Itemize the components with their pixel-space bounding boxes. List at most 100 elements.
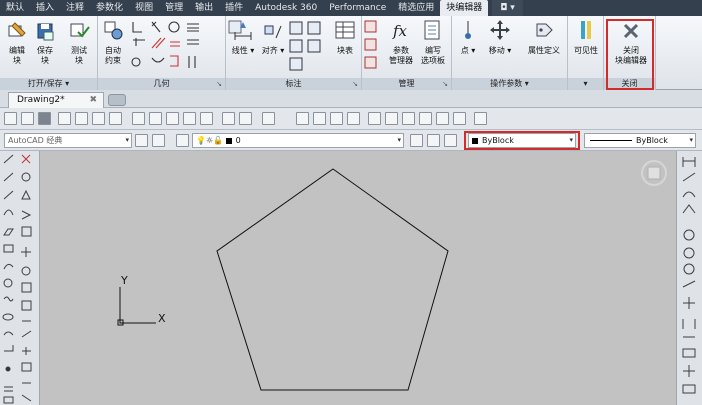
layer-select[interactable]: 💡☼🔓 0 ▾ <box>192 133 404 148</box>
make-current-layer-icon[interactable] <box>410 134 423 147</box>
tab-plugins[interactable]: 插件 <box>219 0 249 16</box>
authoring-palette-button[interactable]: 编写 选项板 <box>418 18 448 74</box>
group-dimension: 线性 ▾ 对齐 ▾ 块表 标注 ↘ <box>226 16 362 90</box>
copy-icon[interactable] <box>149 112 162 125</box>
document-tab[interactable]: Drawing2* ✖ <box>8 92 104 108</box>
3d-print-icon[interactable] <box>109 112 122 125</box>
paste-icon[interactable] <box>166 112 179 125</box>
manage-small-icons[interactable] <box>364 20 378 70</box>
linetype-value: ByBlock <box>636 136 668 145</box>
workspace-settings-icon[interactable] <box>135 134 148 147</box>
standard-toolbar <box>0 108 702 130</box>
properties-toolbar: AutoCAD 经典 ▾ 💡☼🔓 0 ▾ ByBlock ▾ ByBlock ▾ <box>0 130 702 151</box>
design-center-icon[interactable] <box>385 112 398 125</box>
tab-view[interactable]: 视图 <box>129 0 159 16</box>
draw-modify-tool-icons[interactable] <box>0 151 40 405</box>
close-editor-highlight <box>606 19 654 90</box>
match-properties-icon[interactable] <box>183 112 196 125</box>
properties-icon[interactable] <box>368 112 381 125</box>
redo-icon[interactable] <box>262 112 275 125</box>
dimension-tools-icons[interactable] <box>288 20 324 72</box>
svg-text:fx: fx <box>392 22 408 40</box>
ribbon-minimize-toggle[interactable]: ◘ ▾ <box>492 0 523 16</box>
tab-output[interactable]: 输出 <box>189 0 219 16</box>
ribbon-panel: 编辑 块 保存 块 测试 块 打开/保存 ▾ 自动 约束 几何 ↘ 线性 ▾ 对… <box>0 16 702 90</box>
save-block-button[interactable]: 保存 块 <box>30 18 60 74</box>
linear-dimension-button[interactable]: 线性 ▾ <box>230 18 256 74</box>
linear-icon <box>234 22 252 40</box>
edit-block-button[interactable]: 编辑 块 <box>2 18 32 74</box>
close-document-icon[interactable]: ✖ <box>89 93 97 107</box>
tab-default[interactable]: 默认 <box>0 0 30 16</box>
viewcube-icon[interactable] <box>641 160 667 186</box>
plot-icon[interactable] <box>58 112 71 125</box>
test-block-button[interactable]: 测试 块 <box>64 18 94 74</box>
layer-value: 0 <box>235 136 241 145</box>
layer-match-icon[interactable] <box>444 134 457 147</box>
tool-palettes-icon[interactable] <box>402 112 415 125</box>
save-icon[interactable] <box>38 112 51 125</box>
tab-insert[interactable]: 插入 <box>30 0 60 16</box>
layer-color-swatch <box>225 137 232 144</box>
block-editor-icon[interactable] <box>200 112 213 125</box>
aligned-dimension-button[interactable]: 对齐 ▾ <box>260 18 286 74</box>
layer-state-icons: 💡☼🔓 <box>196 136 224 145</box>
visibility-button[interactable]: 可见性 <box>571 18 601 74</box>
point-parameter-button[interactable]: 点 ▾ <box>456 18 480 74</box>
zoom-previous-icon[interactable] <box>347 112 360 125</box>
qnew-icon[interactable] <box>4 112 17 125</box>
parameter-manager-button[interactable]: fx 参数 管理器 <box>386 18 416 74</box>
pentagon-shape[interactable] <box>216 168 449 391</box>
undo-icon[interactable] <box>222 112 235 125</box>
pan-icon[interactable] <box>296 112 309 125</box>
tab-featured-apps[interactable]: 精选应用 <box>392 0 440 16</box>
group-action-params-title: 操作参数 ▾ <box>452 78 567 90</box>
help-icon[interactable] <box>474 112 487 125</box>
undo-dropdown-icon[interactable] <box>239 112 252 125</box>
ribbon-tab-bar: 默认 插入 注释 参数化 视图 管理 输出 插件 Autodesk 360 Pe… <box>0 0 702 16</box>
linetype-select[interactable]: ByBlock ▾ <box>584 133 696 148</box>
draw-toolbar <box>0 151 40 405</box>
dimension-tool-icons[interactable] <box>677 151 702 405</box>
open-icon[interactable] <box>21 112 34 125</box>
group-dimension-title: 标注 ↘ <box>226 78 361 90</box>
zoom-realtime-icon[interactable] <box>313 112 326 125</box>
tab-parametric[interactable]: 参数化 <box>90 0 129 16</box>
move-icon <box>490 20 510 40</box>
test-block-icon <box>70 23 90 38</box>
tab-autodesk360[interactable]: Autodesk 360 <box>249 0 323 16</box>
tab-block-editor[interactable]: 块编辑器 <box>440 0 489 16</box>
layer-previous-icon[interactable] <box>427 134 440 147</box>
auto-constrain-button[interactable]: 自动 约束 <box>98 18 128 74</box>
preview-icon[interactable] <box>75 112 88 125</box>
tab-performance[interactable]: Performance <box>323 0 392 16</box>
drawing-canvas[interactable]: Y X <box>40 151 676 405</box>
layer-properties-icon[interactable] <box>176 134 189 147</box>
document-tab-bar: Drawing2* ✖ <box>0 90 702 108</box>
zoom-window-icon[interactable] <box>330 112 343 125</box>
dimension-toolbar <box>676 151 702 405</box>
cut-icon[interactable] <box>132 112 145 125</box>
workspace-value: AutoCAD 经典 <box>8 136 63 145</box>
point-param-icon <box>465 21 471 39</box>
publish-icon[interactable] <box>92 112 105 125</box>
attribute-definition-button[interactable]: 属性定义 <box>524 18 564 74</box>
block-table-button[interactable]: 块表 <box>330 18 360 74</box>
group-geometry: 自动 约束 几何 ↘ <box>98 16 226 90</box>
visibility-icon <box>581 21 591 39</box>
ucs-y-label: Y <box>120 274 128 287</box>
markup-icon[interactable] <box>436 112 449 125</box>
group-visibility-title: ▾ <box>568 78 603 90</box>
ucs-x-label: X <box>158 312 166 325</box>
group-open-save-title: 打开/保存 ▾ <box>0 78 97 90</box>
camera-toggle-icon: ◘ ▾ <box>500 3 515 13</box>
tab-manage[interactable]: 管理 <box>159 0 189 16</box>
workspace-sync-icon[interactable] <box>152 134 165 147</box>
tab-annotate[interactable]: 注释 <box>60 0 90 16</box>
move-action-button[interactable]: 移动 ▾ <box>486 18 514 74</box>
geometric-constraint-icons[interactable] <box>130 20 220 74</box>
new-document-tab-button[interactable] <box>108 94 126 106</box>
workspace-select[interactable]: AutoCAD 经典 ▾ <box>4 133 132 148</box>
sheet-set-icon[interactable] <box>419 112 432 125</box>
quickcalc-icon[interactable] <box>453 112 466 125</box>
